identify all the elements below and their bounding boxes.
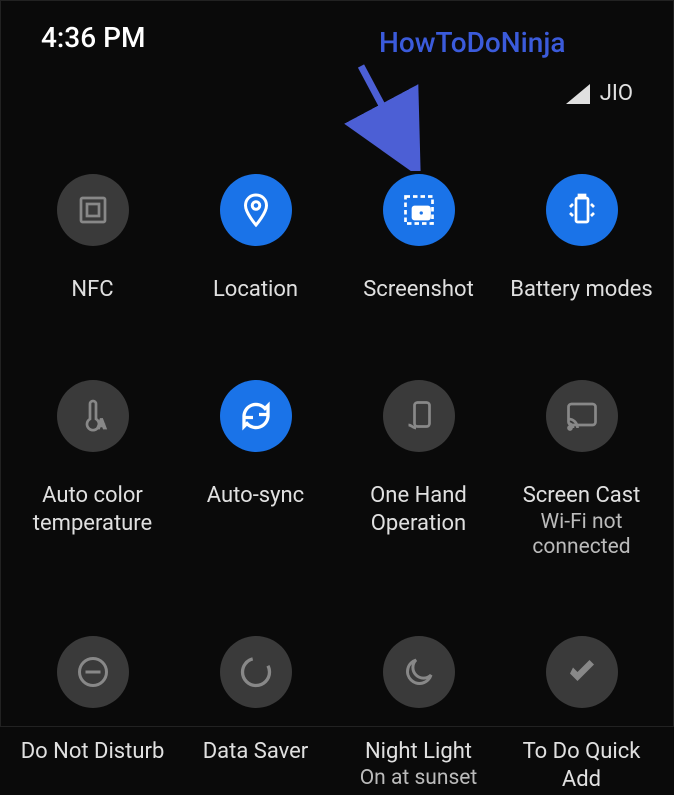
tile-label: Do Not Disturb xyxy=(21,738,165,767)
todo-quick-add-tile[interactable]: To Do Quick Add xyxy=(500,636,663,795)
tile-label: One Hand Operation xyxy=(339,482,499,539)
auto-sync-tile[interactable]: Auto-sync xyxy=(174,380,337,561)
screenshot-icon xyxy=(383,174,455,246)
dnd-icon xyxy=(57,636,129,708)
tile-label: Location xyxy=(213,276,298,305)
temperature-icon: A xyxy=(57,380,129,452)
one-hand-operation-tile[interactable]: One Hand Operation xyxy=(337,380,500,561)
carrier-label: JIO xyxy=(600,81,633,106)
tile-label: Screen Cast xyxy=(523,482,641,511)
moon-icon xyxy=(383,636,455,708)
data-saver-icon xyxy=(220,636,292,708)
nfc-tile[interactable]: NFC xyxy=(11,174,174,305)
cast-icon xyxy=(546,380,618,452)
screenshot-tile[interactable]: Screenshot xyxy=(337,174,500,305)
watermark-text: HowToDoNinja xyxy=(379,26,565,59)
tile-label: Data Saver xyxy=(203,738,309,767)
data-saver-tile[interactable]: Data Saver xyxy=(174,636,337,795)
location-tile[interactable]: Location xyxy=(174,174,337,305)
check-icon xyxy=(546,636,618,708)
tile-sublabel: Wi-Fi not connected xyxy=(500,510,663,560)
nfc-icon xyxy=(57,174,129,246)
do-not-disturb-tile[interactable]: Do Not Disturb xyxy=(11,636,174,795)
sync-icon xyxy=(220,380,292,452)
tile-label: To Do Quick Add xyxy=(502,738,662,795)
location-icon xyxy=(220,174,292,246)
night-light-tile[interactable]: Night Light On at sunset xyxy=(337,636,500,795)
status-right: JIO xyxy=(566,81,633,106)
status-time: 4:36 PM xyxy=(41,21,145,54)
battery-modes-tile[interactable]: Battery modes xyxy=(500,174,663,305)
screen-cast-tile[interactable]: Screen Cast Wi-Fi not connected xyxy=(500,380,663,561)
one-hand-icon xyxy=(383,380,455,452)
svg-text:A: A xyxy=(97,417,105,431)
tile-label: Battery modes xyxy=(510,276,653,305)
auto-color-temperature-tile[interactable]: A Auto color temperature xyxy=(11,380,174,561)
tile-label: Night Light xyxy=(365,738,472,767)
tile-label: Auto-sync xyxy=(207,482,304,511)
battery-icon xyxy=(546,174,618,246)
tile-label: NFC xyxy=(71,276,113,305)
status-bar: 4:36 PM xyxy=(1,1,673,64)
tile-label: Screenshot xyxy=(363,276,474,305)
tile-sublabel: On at sunset xyxy=(360,766,478,791)
signal-icon xyxy=(566,84,590,104)
tile-label: Auto color temperature xyxy=(13,482,173,539)
quick-settings-grid: NFC Location Screenshot xyxy=(1,64,673,795)
